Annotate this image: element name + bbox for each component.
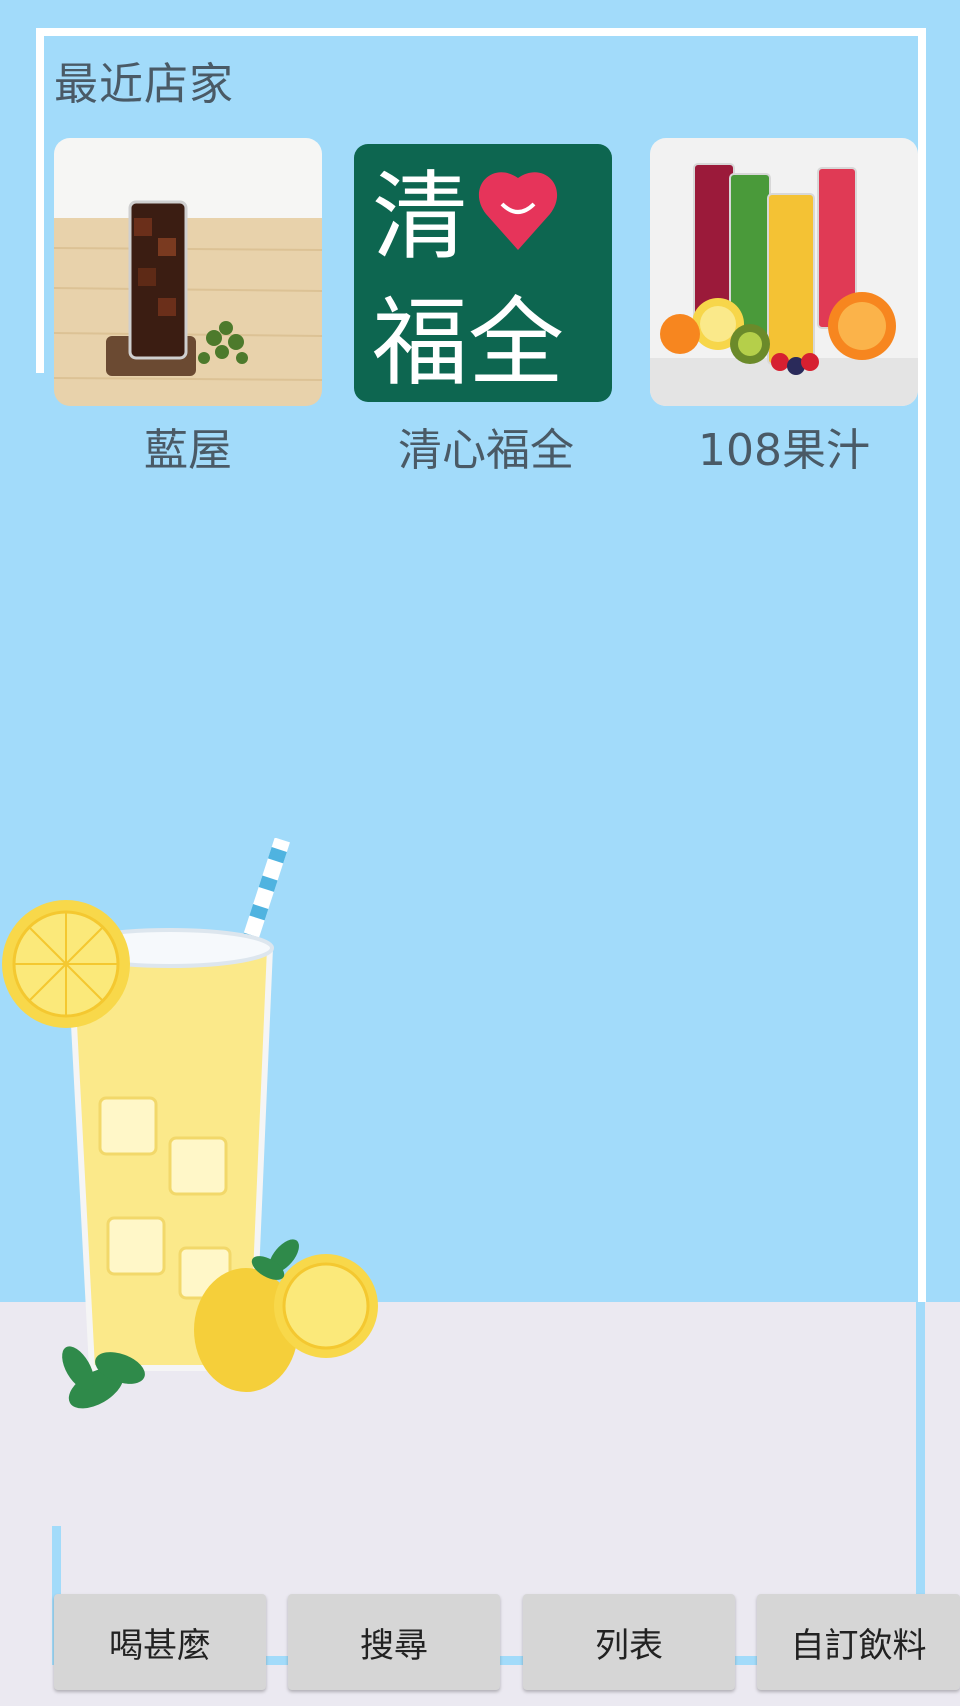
section-title: 最近店家 bbox=[54, 59, 234, 110]
lemonade-illustration bbox=[0, 837, 400, 1438]
logo-text-bottom: 福全 bbox=[372, 287, 564, 399]
frame-right-border bbox=[918, 28, 926, 1302]
store-name[interactable]: 清心福全 bbox=[352, 414, 620, 478]
custom-drink-button[interactable]: 自訂飲料 bbox=[757, 1594, 960, 1690]
drink-button[interactable]: 喝甚麼 bbox=[54, 1594, 266, 1690]
store-card-108[interactable]: 108果汁 bbox=[650, 138, 918, 478]
logo-text-top: 清 bbox=[372, 161, 468, 273]
store-name[interactable]: 108果汁 bbox=[650, 414, 918, 478]
store-name[interactable]: 藍屋 bbox=[54, 414, 322, 478]
store-image-iced-tea[interactable] bbox=[54, 138, 322, 406]
search-button[interactable]: 搜尋 bbox=[288, 1594, 500, 1690]
store-card-lanwu[interactable]: 藍屋 bbox=[54, 138, 322, 478]
store-card-qingxin[interactable]: 清 福全 清心福全 bbox=[352, 138, 620, 478]
store-logo-qingxin[interactable]: 清 福全 bbox=[352, 138, 620, 406]
frame-left-border bbox=[36, 28, 44, 373]
store-image-juices[interactable] bbox=[650, 138, 918, 406]
list-button[interactable]: 列表 bbox=[523, 1594, 735, 1690]
frame-top-border bbox=[36, 28, 926, 36]
